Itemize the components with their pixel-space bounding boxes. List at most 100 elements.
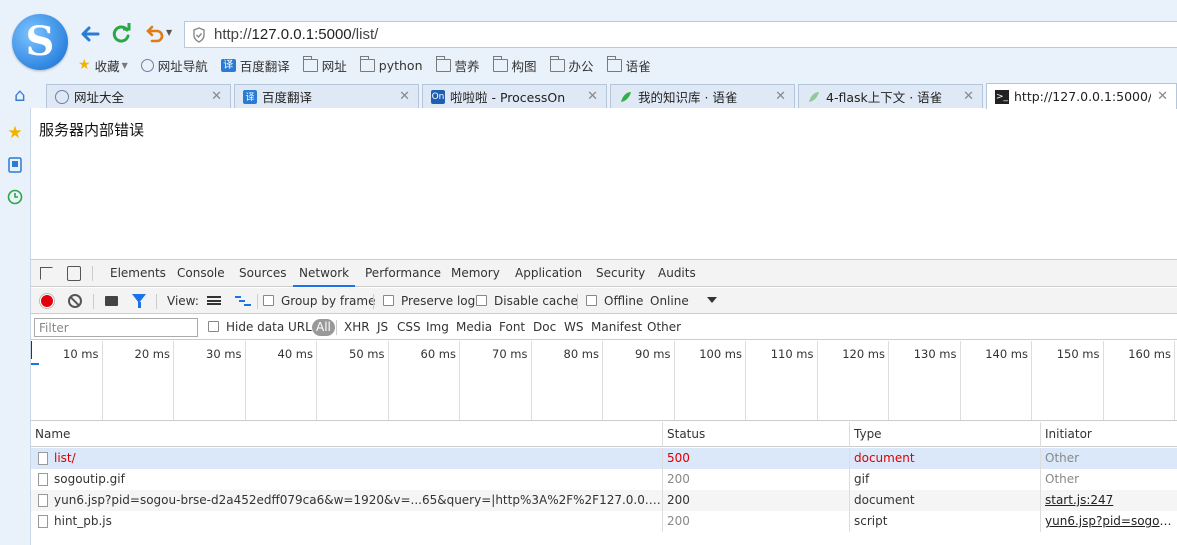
- tab-label: 啦啦啦 - ProcessOn: [450, 90, 566, 105]
- record-button[interactable]: [40, 294, 54, 308]
- close-icon[interactable]: ✕: [1157, 89, 1168, 104]
- close-icon[interactable]: ✕: [587, 89, 598, 104]
- filter-type-css[interactable]: CSS: [395, 319, 423, 336]
- tab-application[interactable]: Application: [515, 260, 582, 287]
- timeline-tick-label: 60 ms: [389, 341, 460, 420]
- request-initiator-link[interactable]: start.js:247: [1041, 490, 1177, 511]
- column-type-header[interactable]: Type: [850, 422, 1041, 447]
- history-clock-icon[interactable]: [6, 188, 24, 206]
- tab-memory[interactable]: Memory: [451, 260, 500, 287]
- throttling-select[interactable]: Online: [650, 288, 689, 314]
- back-button[interactable]: [78, 22, 102, 46]
- timeline-tick-label: 10 ms: [31, 341, 103, 420]
- tab-flask-context[interactable]: 4-flask上下文 · 语雀 ✕: [798, 84, 983, 108]
- column-initiator-header[interactable]: Initiator: [1041, 422, 1177, 447]
- offline-label: Offline: [604, 294, 644, 308]
- tab-elements[interactable]: Elements: [110, 260, 166, 287]
- filter-type-all[interactable]: All: [312, 319, 335, 336]
- bookmark-folder-python[interactable]: python: [359, 55, 423, 73]
- disable-cache-checkbox[interactable]: [476, 295, 487, 306]
- bookmark-favorites[interactable]: ★ 收藏 ▼: [78, 56, 128, 75]
- filter-input[interactable]: [34, 318, 198, 337]
- request-status: 500: [663, 448, 850, 469]
- device-toolbar-icon[interactable]: [67, 266, 81, 281]
- tab-label: http://127.0.0.1:5000/list/: [1014, 89, 1151, 104]
- undo-dropdown-icon[interactable]: ▼: [166, 28, 172, 37]
- tab-current-page[interactable]: >_ http://127.0.0.1:5000/list/ ✕: [986, 83, 1177, 109]
- hide-data-urls-checkbox[interactable]: [208, 321, 219, 332]
- bookmark-label: 语雀: [625, 58, 651, 74]
- tab-console[interactable]: Console: [177, 260, 225, 287]
- chevron-down-icon[interactable]: [707, 297, 717, 303]
- favorites-star-icon[interactable]: ★: [6, 123, 24, 143]
- waterfall-overview-icon[interactable]: [235, 296, 251, 306]
- filter-type-img[interactable]: Img: [424, 319, 451, 336]
- filter-type-js[interactable]: JS: [375, 319, 390, 336]
- bookmark-baidu-translate[interactable]: 译百度翻译: [220, 56, 290, 75]
- table-row[interactable]: yun6.jsp?pid=sogou-brse-d2a452edff079ca6…: [31, 490, 1177, 511]
- tab-yuque-knowledge[interactable]: 我的知识库 · 语雀 ✕: [610, 84, 795, 108]
- table-row[interactable]: list/ 500 document Other: [31, 448, 1177, 469]
- request-status: 200: [663, 469, 850, 490]
- filter-icon[interactable]: [132, 294, 146, 308]
- close-icon[interactable]: ✕: [775, 89, 786, 104]
- preserve-log-label: Preserve log: [401, 294, 476, 308]
- address-bar[interactable]: http://127.0.0.1:5000/list/: [184, 21, 1177, 48]
- processon-icon: On: [431, 89, 445, 104]
- tab-sources[interactable]: Sources: [239, 260, 286, 287]
- bookmark-folder-office[interactable]: 办公: [549, 55, 594, 75]
- tab-web-directory[interactable]: 网址大全 ✕: [46, 84, 231, 108]
- clear-button[interactable]: [68, 294, 82, 308]
- undo-close-tab-button[interactable]: [142, 22, 166, 46]
- group-by-frame-checkbox[interactable]: [263, 295, 274, 306]
- tab-audits[interactable]: Audits: [658, 260, 696, 287]
- url-text[interactable]: http://127.0.0.1:5000/list/: [214, 26, 378, 43]
- filter-type-doc[interactable]: Doc: [531, 319, 558, 336]
- requests-table-header: Name Status Type Initiator: [31, 422, 1177, 447]
- filter-type-other[interactable]: Other: [645, 319, 683, 336]
- yuque-icon: [807, 90, 821, 104]
- network-overview-timeline[interactable]: 10 ms 20 ms 30 ms 40 ms 50 ms 60 ms 70 ms 80 ms…: [31, 341, 1177, 421]
- close-icon[interactable]: ✕: [211, 89, 222, 104]
- tab-network[interactable]: Network: [293, 260, 356, 287]
- filter-type-xhr[interactable]: XHR: [342, 319, 372, 336]
- bookmark-folder-nutrition[interactable]: 营养: [435, 55, 480, 75]
- table-row[interactable]: hint_pb.js 200 script yun6.jsp?pid=sogou…: [31, 511, 1177, 532]
- tab-baidu-translate[interactable]: 译百度翻译 ✕: [234, 84, 419, 108]
- filter-type-ws[interactable]: WS: [562, 319, 585, 336]
- timeline-tick-label: 20 ms: [103, 341, 174, 420]
- bookmarks-bar: ★ 收藏 ▼ 网址导航 译百度翻译 网址 python 营养 构图 办公 语雀: [78, 55, 664, 75]
- tab-performance[interactable]: Performance: [365, 260, 441, 287]
- column-status-header[interactable]: Status: [663, 422, 850, 447]
- table-row[interactable]: sogoutip.gif 200 gif Other: [31, 469, 1177, 490]
- offline-checkbox[interactable]: [586, 295, 597, 306]
- filter-type-media[interactable]: Media: [454, 319, 494, 336]
- close-icon[interactable]: ✕: [963, 89, 974, 104]
- tab-label: 我的知识库 · 语雀: [638, 90, 738, 105]
- globe-icon: [140, 58, 154, 72]
- filter-type-font[interactable]: Font: [497, 319, 527, 336]
- globe-icon: [55, 89, 69, 104]
- tab-label: 网址大全: [74, 90, 125, 105]
- reading-list-icon[interactable]: [6, 156, 24, 174]
- hide-data-urls-label: Hide data URLs: [226, 320, 319, 334]
- filter-type-manifest[interactable]: Manifest: [589, 319, 644, 336]
- bookmark-label: 营养: [454, 58, 480, 74]
- tab-processon[interactable]: On 啦啦啦 - ProcessOn ✕: [422, 84, 607, 108]
- column-name-header[interactable]: Name: [31, 422, 663, 447]
- request-initiator: Other: [1045, 451, 1080, 465]
- bookmark-site-nav[interactable]: 网址导航: [140, 56, 208, 75]
- refresh-button[interactable]: [109, 22, 133, 46]
- tab-security[interactable]: Security: [596, 260, 645, 287]
- bookmark-folder-composition[interactable]: 构图: [492, 55, 537, 75]
- capture-screenshots-icon[interactable]: [105, 296, 118, 306]
- home-icon[interactable]: ⌂: [14, 85, 25, 106]
- request-initiator-link[interactable]: yun6.jsp?pid=sogou-brse: [1041, 511, 1177, 532]
- large-rows-icon[interactable]: [207, 296, 221, 305]
- close-icon[interactable]: ✕: [399, 89, 410, 104]
- sogou-browser-logo-icon[interactable]: S: [12, 14, 68, 70]
- inspect-element-icon[interactable]: [40, 267, 53, 280]
- bookmark-folder-urls[interactable]: 网址: [302, 55, 347, 75]
- preserve-log-checkbox[interactable]: [383, 295, 394, 306]
- bookmark-folder-yuque[interactable]: 语雀: [606, 55, 651, 75]
